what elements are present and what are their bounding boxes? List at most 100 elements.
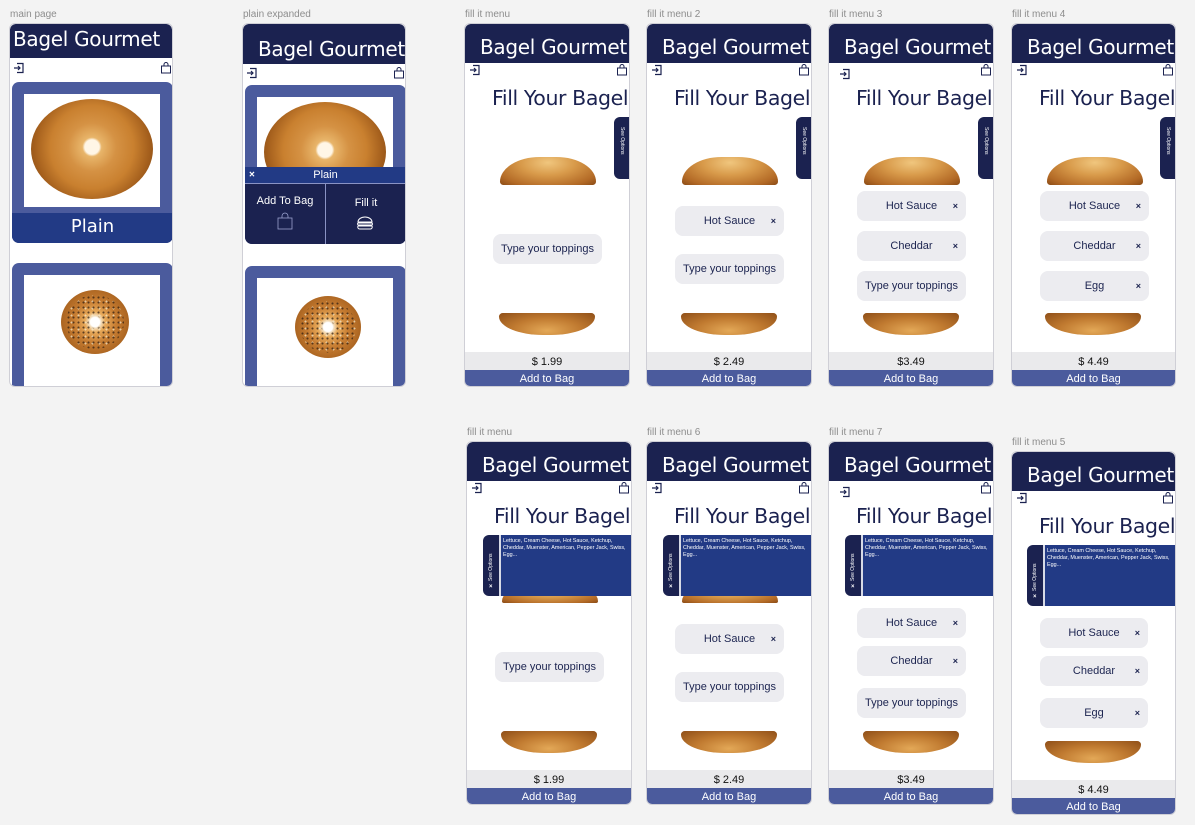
topping-chip-hot-sauce[interactable]: Hot Sauce ×	[857, 191, 966, 221]
remove-icon[interactable]: ×	[1136, 241, 1141, 251]
remove-icon[interactable]: ×	[953, 241, 958, 251]
remove-icon[interactable]: ×	[1135, 708, 1140, 718]
exit-icon[interactable]	[469, 64, 481, 76]
topping-chip-cheddar[interactable]: Cheddar ×	[857, 231, 966, 261]
topping-chip-cheddar[interactable]: Cheddar ×	[857, 646, 966, 676]
add-to-bag-button[interactable]: Add to Bag	[1012, 798, 1175, 814]
app-title: Bagel Gourmet	[482, 453, 629, 477]
add-to-bag-button[interactable]: Add to Bag	[647, 788, 811, 804]
add-to-bag-button[interactable]: Add to Bag	[647, 370, 811, 386]
add-to-bag-button[interactable]: Add to Bag	[467, 788, 631, 804]
bag-icon[interactable]	[616, 64, 628, 76]
remove-icon[interactable]: ×	[1136, 281, 1141, 291]
see-options-tab[interactable]: See Options ×	[845, 535, 862, 596]
fill-menu-5-screen: Bagel Gourmet Fill Your Bagel See Option…	[1011, 451, 1176, 815]
topping-chip-cheddar[interactable]: Cheddar ×	[1040, 656, 1148, 686]
toppings-placeholder: Type your toppings	[683, 681, 776, 693]
topping-chip-egg[interactable]: Egg ×	[1040, 271, 1149, 301]
see-options-tab[interactable]: See Options	[978, 117, 993, 179]
see-options-tab[interactable]: See Options ×	[1027, 545, 1044, 606]
add-to-bag-button[interactable]: Add to Bag	[829, 370, 993, 386]
exit-icon[interactable]	[1016, 492, 1028, 504]
exit-icon[interactable]	[839, 486, 851, 498]
fill-title: Fill Your Bagel	[494, 504, 631, 528]
options-panel: Lettuce, Cream Cheese, Hot Sauce, Ketchu…	[499, 535, 631, 596]
exit-icon[interactable]	[651, 64, 663, 76]
bag-icon[interactable]	[618, 482, 630, 494]
see-options-tab[interactable]: See Options ×	[483, 535, 500, 596]
exit-icon[interactable]	[246, 67, 258, 79]
topping-chip-hot-sauce[interactable]: Hot Sauce ×	[857, 608, 966, 638]
remove-icon[interactable]: ×	[1135, 628, 1140, 638]
remove-icon[interactable]: ×	[953, 618, 958, 628]
see-options-tab[interactable]: See Options	[614, 117, 629, 179]
toppings-input[interactable]: Type your toppings	[857, 271, 966, 301]
app-title: Bagel Gourmet	[1027, 35, 1174, 59]
remove-icon[interactable]: ×	[1136, 201, 1141, 211]
artboard-label-plain-expanded: plain expanded	[243, 9, 311, 20]
bagel-card-plain[interactable]: Plain	[12, 82, 172, 243]
topping-chip-label: Cheddar	[890, 240, 933, 252]
remove-icon[interactable]: ×	[1135, 666, 1140, 676]
remove-icon[interactable]: ×	[953, 656, 958, 666]
topping-chip-cheddar[interactable]: Cheddar ×	[1040, 231, 1149, 261]
bag-icon[interactable]	[980, 482, 992, 494]
app-title: Bagel Gourmet	[258, 37, 405, 61]
bag-icon[interactable]	[980, 64, 992, 76]
close-icon[interactable]: ×	[249, 170, 255, 181]
add-to-bag-button[interactable]: Add to Bag	[1012, 370, 1175, 386]
toppings-input[interactable]: Type your toppings	[675, 672, 784, 702]
options-list-text: Lettuce, Cream Cheese, Hot Sauce, Ketchu…	[865, 538, 988, 558]
options-list-text: Lettuce, Cream Cheese, Hot Sauce, Ketchu…	[503, 538, 626, 558]
toppings-input[interactable]: Type your toppings	[675, 254, 784, 284]
topping-chip-egg[interactable]: Egg ×	[1040, 698, 1148, 728]
bagel-card-plain[interactable]: × Plain Add To Bag Fill it	[245, 85, 405, 244]
see-options-tab[interactable]: See Options ×	[663, 535, 680, 596]
add-to-bag-button[interactable]: Add To Bag	[245, 184, 325, 244]
bag-icon[interactable]	[798, 482, 810, 494]
bagel-card-everything[interactable]	[12, 263, 172, 386]
bag-icon[interactable]	[160, 62, 172, 74]
fill-title: Fill Your Bagel	[856, 504, 993, 528]
fill-it-button[interactable]: Fill it	[326, 184, 405, 244]
app-title: Bagel Gourmet	[844, 453, 991, 477]
bag-icon[interactable]	[1162, 64, 1174, 76]
toppings-input[interactable]: Type your toppings	[495, 652, 604, 682]
exit-icon[interactable]	[839, 68, 851, 80]
exit-icon[interactable]	[651, 482, 663, 494]
see-options-tab[interactable]: See Options	[796, 117, 811, 179]
bagel-bottom-half	[501, 731, 597, 753]
price-label: $ 2.49	[713, 356, 745, 368]
toppings-input[interactable]: Type your toppings	[857, 688, 966, 718]
remove-icon[interactable]: ×	[771, 216, 776, 226]
topping-chip-hot-sauce[interactable]: Hot Sauce ×	[675, 624, 784, 654]
topping-chip-hot-sauce[interactable]: Hot Sauce ×	[1040, 191, 1149, 221]
exit-icon[interactable]	[13, 62, 25, 74]
see-options-label: See Options	[983, 127, 989, 155]
remove-icon[interactable]: ×	[771, 634, 776, 644]
see-options-tab[interactable]: See Options	[1160, 117, 1175, 179]
price-label: $ 2.49	[713, 774, 745, 786]
fill-menu-3-screen: Bagel Gourmet Fill Your Bagel See Option…	[828, 23, 994, 387]
close-icon[interactable]: ×	[489, 584, 493, 590]
artboard-label-fill-7: fill it menu 7	[829, 427, 883, 438]
exit-icon[interactable]	[471, 482, 483, 494]
exit-icon[interactable]	[1016, 64, 1028, 76]
bag-icon[interactable]	[393, 67, 405, 79]
bag-icon[interactable]	[798, 64, 810, 76]
fill-title: Fill Your Bagel	[674, 86, 811, 110]
topping-chip-hot-sauce[interactable]: Hot Sauce ×	[1040, 618, 1148, 648]
app-title: Bagel Gourmet	[662, 453, 809, 477]
remove-icon[interactable]: ×	[953, 201, 958, 211]
close-icon[interactable]: ×	[1033, 594, 1037, 600]
topping-chip-label: Hot Sauce	[703, 633, 756, 645]
bagel-card-everything[interactable]	[245, 266, 405, 386]
topping-chip-hot-sauce[interactable]: Hot Sauce ×	[675, 206, 784, 236]
close-icon[interactable]: ×	[851, 584, 855, 590]
app-header: Bagel Gourmet	[10, 24, 172, 58]
close-icon[interactable]: ×	[669, 584, 673, 590]
add-to-bag-button[interactable]: Add to Bag	[829, 788, 993, 804]
toppings-input[interactable]: Type your toppings	[493, 234, 602, 264]
add-to-bag-button[interactable]: Add to Bag	[465, 370, 629, 386]
bag-icon[interactable]	[1162, 492, 1174, 504]
